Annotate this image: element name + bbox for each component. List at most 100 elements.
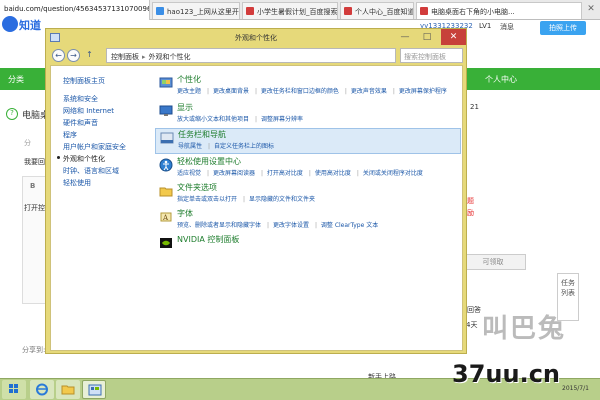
link-resolution[interactable]: 调整屏幕分辨率: [255, 116, 303, 123]
category-folder-options: 文件夹选项 指定单击或双击以打开显示隐藏的文件和文件夹: [155, 182, 461, 206]
link-change-theme[interactable]: 更改主题: [177, 88, 201, 95]
nav-item-hardware-sound[interactable]: 硬件和声音: [63, 118, 98, 128]
category-title[interactable]: 任务栏和导航: [178, 129, 226, 140]
baidu-zhidao-logo[interactable]: 知道: [2, 14, 48, 36]
folder-icon: [61, 385, 75, 395]
side-text: 4天: [466, 321, 478, 329]
tab-baidu-search[interactable]: 小学生暑假计划_百度搜索: [242, 2, 338, 19]
category-links: 导航属性自定义任务栏上的图标: [178, 141, 280, 150]
folder-options-icon: [159, 187, 173, 197]
browser-tab-bar: baidu.com/question/456345371310700965 ha…: [0, 0, 600, 20]
display-icon: [159, 105, 173, 116]
baidu-favicon-icon: [344, 7, 352, 15]
nav-item-system-security[interactable]: 系统和安全: [63, 94, 98, 104]
category-taskbar[interactable]: 任务栏和导航 导航属性自定义任务栏上的图标: [155, 128, 461, 154]
link-high-contrast-on[interactable]: 打开高对比度: [261, 170, 303, 177]
ease-of-access-icon: [159, 158, 173, 172]
link-taskbar-icons[interactable]: 自定义任务栏上的图标: [208, 143, 274, 150]
link-text-size[interactable]: 放大或缩小文本和其他项目: [177, 116, 249, 123]
breadcrumb-item[interactable]: 控制面板: [111, 53, 139, 61]
taskbar-explorer[interactable]: [56, 380, 80, 399]
nav-personal-center[interactable]: 个人中心: [485, 74, 517, 85]
category-title[interactable]: 个性化: [177, 74, 201, 85]
category-display: 显示 放大或缩小文本和其他项目调整屏幕分辨率: [155, 102, 461, 126]
category-title[interactable]: 轻松使用设置中心: [177, 156, 241, 167]
category-ease-of-access: 轻松使用设置中心 适应视觉更改屏幕阅读器打开高对比度使用高对比度关闭或关闭程序对…: [155, 156, 461, 180]
tab-hao123[interactable]: hao123_上网从这里开始: [152, 2, 240, 19]
nav-item-network[interactable]: 网络和 Internet: [63, 106, 114, 116]
link-vision[interactable]: 适应视觉: [177, 170, 201, 177]
up-arrow-icon[interactable]: ↑: [83, 49, 96, 62]
category-title[interactable]: NVIDIA 控制面板: [177, 234, 239, 245]
close-tab-icon[interactable]: ✕: [584, 2, 598, 16]
link-contrast-off[interactable]: 关闭或关闭程序对比度: [357, 170, 423, 177]
photo-upload-button[interactable]: 拍照上传: [540, 21, 586, 35]
side-number: 21: [470, 103, 479, 111]
breadcrumb[interactable]: 控制面板 ▸ 外观和个性化: [106, 48, 396, 63]
svg-text:A: A: [162, 214, 169, 222]
back-arrow-icon[interactable]: ←: [52, 49, 65, 62]
link-hidden-files[interactable]: 显示隐藏的文件和文件夹: [243, 196, 315, 203]
category-title[interactable]: 显示: [177, 102, 193, 113]
link-preview-fonts[interactable]: 预览、删除或者显示和隐藏字体: [177, 222, 261, 229]
left-nav: 控制面板主页 系统和安全 网络和 Internet 硬件和声音 程序 用户帐户和…: [51, 66, 151, 352]
link-window-color[interactable]: 更改任务栏和窗口边框的颜色: [255, 88, 339, 95]
nav-category[interactable]: 分类: [8, 74, 24, 85]
link-screen-reader[interactable]: 更改屏幕阅读器: [207, 170, 255, 177]
watermark-logo: 叫巴兔: [482, 314, 567, 344]
category-title[interactable]: 文件夹选项: [177, 182, 217, 193]
nav-item-home[interactable]: 控制面板主页: [63, 76, 105, 86]
start-button[interactable]: [2, 380, 26, 399]
link-desktop-background[interactable]: 更改桌面背景: [207, 88, 249, 95]
messages-link[interactable]: 消息: [500, 22, 514, 32]
tab-personal-center[interactable]: 个人中心_百度知道: [340, 2, 414, 19]
toolbar: ← → ↑ 控制面板 ▸ 外观和个性化 搜索控制面板: [50, 48, 463, 64]
maximize-button[interactable]: □: [418, 29, 436, 45]
forward-arrow-icon[interactable]: →: [67, 49, 80, 62]
question-icon: ?: [6, 108, 18, 120]
link-font-settings[interactable]: 更改字体设置: [267, 222, 309, 229]
tab-label: 小学生暑假计划_百度搜索: [257, 8, 338, 16]
close-button[interactable]: ✕: [441, 29, 466, 45]
link-cleartype[interactable]: 调整 ClearType 文本: [315, 222, 378, 229]
personalization-icon: [159, 77, 173, 88]
link-high-contrast[interactable]: 使用高对比度: [309, 170, 351, 177]
taskbar-ie[interactable]: [30, 380, 54, 399]
category-links: 更改主题更改桌面背景更改任务栏和窗口边框的颜色更改声音效果更改屏幕保护程序: [177, 86, 453, 95]
nav-item-user-accounts[interactable]: 用户帐户和家庭安全: [63, 142, 126, 152]
logo-text: 知道: [19, 19, 41, 32]
bold-icon[interactable]: B: [30, 182, 35, 190]
control-panel-window: 外观和个性化 — □ ✕ ← → ↑ 控制面板 ▸ 外观和个性化 搜索控制面板 控制…: [45, 28, 467, 354]
hao123-favicon-icon: [156, 7, 164, 15]
minimize-button[interactable]: —: [396, 29, 414, 45]
baidu-favicon-icon: [420, 7, 428, 15]
nav-item-programs[interactable]: 程序: [63, 130, 77, 140]
windows-logo-icon: [9, 384, 18, 393]
link-sound-effects[interactable]: 更改声音效果: [345, 88, 387, 95]
clock[interactable]: 2015/7/1: [562, 385, 589, 392]
category-fonts: A 字体 预览、删除或者显示和隐藏字体更改字体设置调整 ClearType 文本: [155, 208, 461, 232]
search-input[interactable]: 搜索控制面板: [400, 48, 463, 63]
link-screensaver[interactable]: 更改屏幕保护程序: [393, 88, 447, 95]
category-links: 预览、删除或者显示和隐藏字体更改字体设置调整 ClearType 文本: [177, 220, 384, 229]
nav-item-clock-region[interactable]: 时钟、语言和区域: [63, 166, 119, 176]
ie-icon: [36, 383, 48, 396]
nav-item-appearance[interactable]: 外观和个性化: [57, 154, 105, 164]
breadcrumb-item[interactable]: 外观和个性化: [149, 53, 191, 61]
tab-question[interactable]: 电脑桌面右下角的小电脑...: [416, 2, 582, 19]
watermark-site: 37uu.cn: [452, 360, 560, 388]
taskbar-icon: [160, 132, 174, 144]
link-navigation-properties[interactable]: 导航属性: [178, 143, 202, 150]
claim-button[interactable]: 可领取: [460, 254, 526, 270]
category-title[interactable]: 字体: [177, 208, 193, 219]
control-panel-icon: [88, 384, 102, 396]
nav-item-ease-of-access[interactable]: 轻松使用: [63, 178, 91, 188]
category-links: 放大或缩小文本和其他项目调整屏幕分辨率: [177, 114, 309, 123]
user-level: LV1: [479, 22, 492, 30]
control-panel-content: 控制面板主页 系统和安全 网络和 Internet 硬件和声音 程序 用户帐户和…: [50, 65, 463, 351]
category-personalization: 个性化 更改主题更改桌面背景更改任务栏和窗口边框的颜色更改声音效果更改屏幕保护程…: [155, 74, 461, 100]
link-click-settings[interactable]: 指定单击或双击以打开: [177, 196, 237, 203]
tab-label: 个人中心_百度知道: [355, 8, 414, 16]
category-nvidia: NVIDIA 控制面板: [155, 234, 461, 252]
taskbar-control-panel[interactable]: [82, 380, 106, 399]
